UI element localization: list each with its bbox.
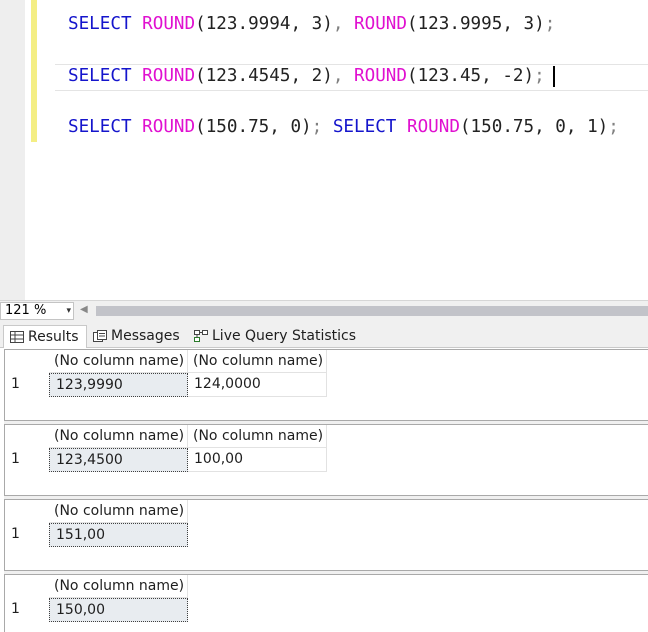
column-header[interactable]: (No column name) [188,350,327,373]
column-header[interactable]: (No column name) [49,350,188,373]
editor-gutter [0,0,25,300]
tab-label: Messages [111,328,180,344]
column-header[interactable]: (No column name) [188,425,327,448]
change-tracking-bar [31,0,37,142]
function-round: ROUND [142,117,196,137]
row-number[interactable]: 1 [5,373,49,397]
function-round: ROUND [142,66,196,86]
separator: , [332,66,355,86]
semicolon: ; [534,66,545,86]
zoom-scroll-strip: 121 % ▾ ◀ [0,300,648,321]
semicolon: ; [544,14,556,34]
zoom-dropdown[interactable]: 121 % ▾ [0,302,74,320]
round-args: (150.75, 0) [195,117,312,137]
row-number[interactable]: 1 [5,523,49,547]
tab-live-query-statistics[interactable]: Live Query Statistics [188,325,356,348]
scroll-left-arrow-icon[interactable]: ◀ [80,304,88,315]
tab-results[interactable]: Results [3,325,87,348]
tab-label: Live Query Statistics [212,328,357,344]
round-args: (123.45, -2) [406,66,535,86]
keyword-select: SELECT [68,14,132,34]
result-grid-4[interactable]: (No column name) 1 150,00 [4,574,648,632]
chevron-down-icon: ▾ [66,306,71,316]
table-cell[interactable]: 151,00 [49,523,188,547]
column-header[interactable]: (No column name) [49,425,188,448]
code-line-1[interactable]: SELECT ROUND(123.9994, 3), ROUND(123.999… [68,12,555,36]
code-line-3[interactable]: SELECT ROUND(150.75, 0); SELECT ROUND(15… [68,115,619,139]
result-grid-3[interactable]: (No column name) 1 151,00 [4,499,648,571]
tab-label: Results [28,329,79,345]
table-cell[interactable]: 123,9990 [49,373,188,397]
row-number[interactable]: 1 [5,448,49,472]
messages-icon [93,330,107,342]
code-line-2[interactable]: SELECT ROUND(123.4545, 2), ROUND(123.45,… [68,64,545,88]
separator: , [332,14,355,34]
grid-icon [10,331,24,343]
function-round: ROUND [354,14,407,34]
separator: ; [311,117,333,137]
tab-messages[interactable]: Messages [87,325,187,348]
semicolon: ; [608,117,619,137]
keyword-select: SELECT [68,66,132,86]
table-cell[interactable]: 150,00 [49,598,188,622]
query-editor[interactable]: SELECT ROUND(123.9994, 3), ROUND(123.999… [0,0,648,300]
horizontal-scrollbar-thumb[interactable] [96,306,648,316]
table-cell[interactable]: 124,0000 [188,373,327,397]
round-args: (150.75, 0, 1) [459,117,609,137]
row-number[interactable]: 1 [5,598,49,622]
column-header[interactable]: (No column name) [49,575,188,598]
result-grid-2[interactable]: (No column name) (No column name) 1 123,… [4,424,648,496]
live-query-statistics-icon [194,330,208,342]
keyword-select: SELECT [332,117,397,137]
function-round: ROUND [142,14,196,34]
text-caret [553,66,555,87]
round-args: (123.9994, 3) [195,14,333,34]
result-grid-1[interactable]: (No column name) (No column name) 1 123,… [4,349,648,421]
function-round: ROUND [407,117,460,137]
results-tab-bar: Results Messages Live Query Statistics [0,321,648,348]
zoom-value: 121 % [5,303,47,318]
table-cell[interactable]: 100,00 [188,448,327,472]
function-round: ROUND [354,66,407,86]
column-header[interactable]: (No column name) [49,500,188,523]
table-cell[interactable]: 123,4500 [49,448,188,472]
round-args: (123.9995, 3) [406,14,545,34]
keyword-select: SELECT [68,117,132,137]
round-args: (123.4545, 2) [195,66,333,86]
